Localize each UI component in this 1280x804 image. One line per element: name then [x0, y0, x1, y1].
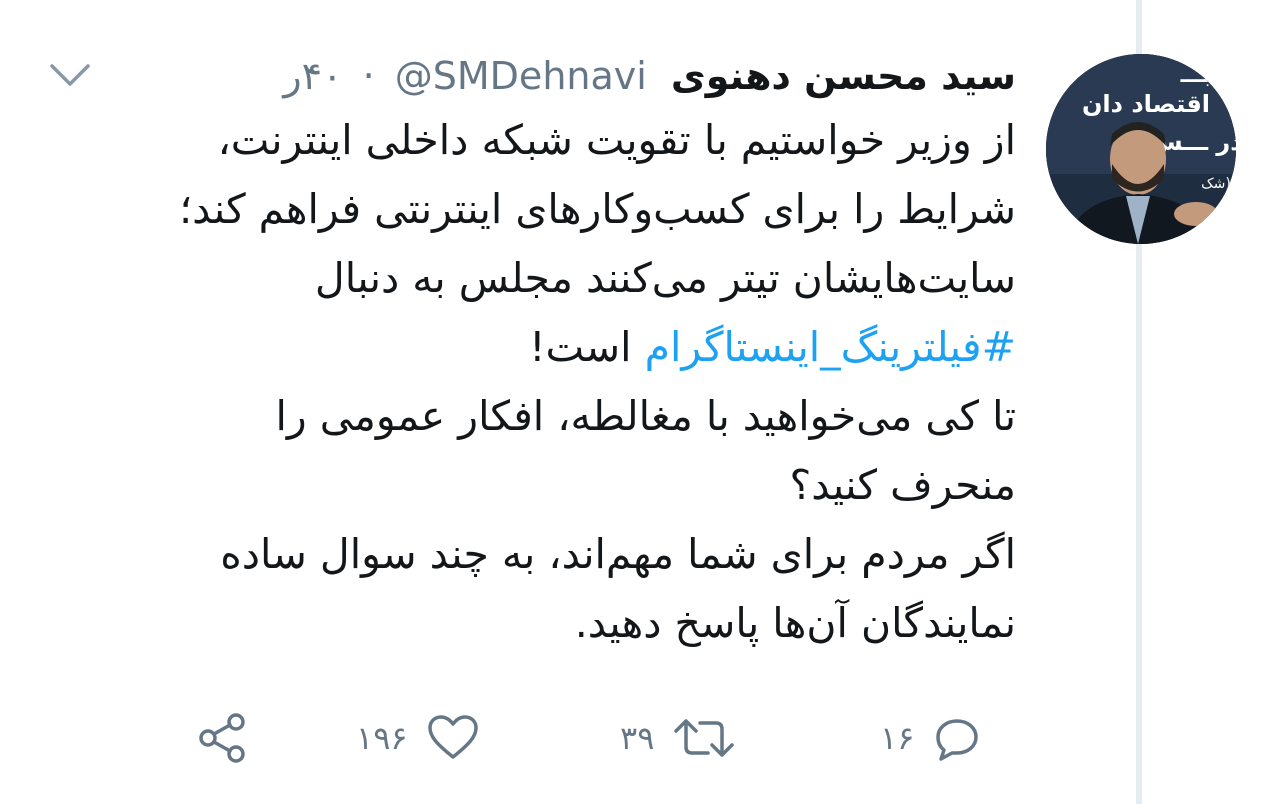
avatar[interactable]: بـــ اقتصاد دان در ـــس (شک	[1046, 54, 1236, 244]
reply-button[interactable]: ۱۶	[880, 706, 982, 770]
tweet-line: تا کی می‌خواهید با مغالطه، افکار عمومی ر…	[275, 392, 1016, 440]
retweet-count: ۳۹	[620, 719, 655, 757]
avatar-image: بـــ اقتصاد دان در ـــس (شک	[1046, 54, 1236, 244]
like-button[interactable]: ۱۹۶	[356, 706, 480, 770]
author-name[interactable]: سید محسن دهنوی	[671, 54, 1016, 98]
tweet-line-hashtag: #فیلترینگ_اینستاگرام است!	[136, 313, 1016, 382]
hashtag-suffix: است!	[529, 323, 645, 371]
retweet-icon	[674, 719, 735, 757]
tweet-line: منحرف کنید؟	[789, 461, 1016, 509]
reply-icon	[936, 719, 979, 761]
heart-icon	[427, 715, 478, 759]
share-button[interactable]	[196, 706, 250, 770]
svg-text:اقتصاد دان: اقتصاد دان	[1082, 90, 1210, 118]
reply-count: ۱۶	[880, 719, 915, 757]
tweet-line: شرایط را برای کسب‌وکارهای اینترنتی فراهم…	[179, 185, 1016, 233]
retweet-button[interactable]: ۳۹	[620, 706, 736, 770]
separator-dot: ·	[362, 54, 375, 98]
tweet-line: اگر مردم برای شما مهم‌اند، به چند سوال س…	[220, 530, 1016, 578]
tweet-line: نمایندگان آن‌ها پاسخ دهید.	[574, 599, 1016, 647]
hashtag-link[interactable]: #فیلترینگ_اینستاگرام	[645, 323, 1016, 371]
tweet-text: از وزیر خواستیم با تقویت شبکه داخلی اینت…	[136, 106, 1016, 658]
tweet-actions: ۱۶ ۳۹ ۱۹۶	[0, 706, 1136, 770]
author-handle[interactable]: @SMDehnavi	[395, 54, 647, 98]
tweet-time[interactable]: ۴۰ر	[283, 54, 342, 98]
like-count: ۱۹۶	[356, 719, 408, 757]
tweet-header: سید محسن دهنوی @SMDehnavi · ۴۰ر	[283, 46, 1016, 106]
svg-text:(شک: (شک	[1201, 176, 1231, 192]
svg-text:بـــ: بـــ	[1180, 63, 1212, 88]
chevron-down-icon[interactable]	[48, 58, 92, 92]
tweet-line: سایت‌هایشان تیتر می‌کنند مجلس به دنبال	[314, 254, 1016, 302]
share-icon	[199, 713, 245, 763]
tweet-line: از وزیر خواستیم با تقویت شبکه داخلی اینت…	[217, 116, 1016, 164]
